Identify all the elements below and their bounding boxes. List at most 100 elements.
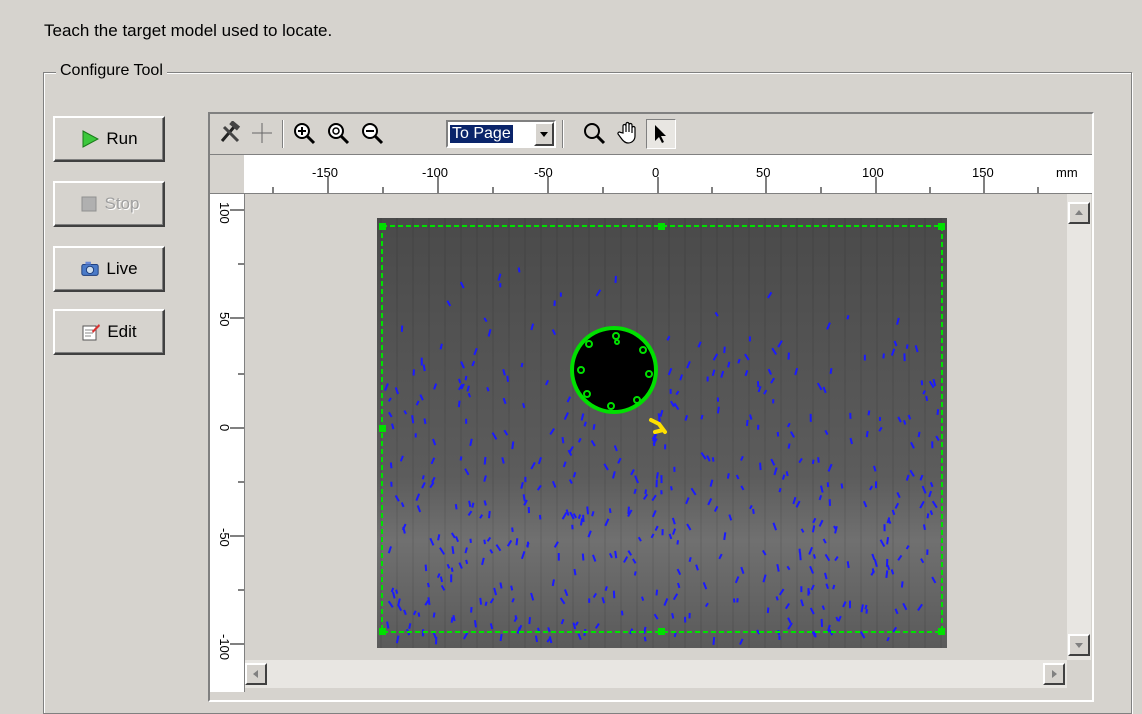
play-icon: [80, 129, 100, 149]
feature-point: [418, 613, 419, 617]
pointer-arrow-icon[interactable]: [646, 119, 676, 149]
feature-point: [487, 387, 488, 391]
feature-point: [622, 611, 623, 616]
feature-point: [634, 489, 635, 494]
zoom-fit-icon[interactable]: [324, 119, 352, 147]
feature-point: [511, 586, 512, 591]
feature-point: [928, 513, 929, 518]
ruler-x-label: 150: [972, 165, 994, 180]
ruler-x-label: -100: [422, 165, 448, 180]
feature-point: [461, 456, 462, 460]
scroll-up-icon[interactable]: [1068, 202, 1090, 224]
feature-point: [489, 511, 490, 518]
feature-point: [484, 540, 485, 544]
feature-point: [392, 424, 393, 429]
scroll-down-icon[interactable]: [1068, 634, 1090, 656]
feature-point: [833, 585, 834, 589]
feature-point: [512, 442, 513, 450]
feature-point: [396, 590, 397, 594]
feature-point: [453, 615, 454, 621]
feature-point: [635, 571, 636, 575]
feature-point: [887, 537, 888, 544]
feature-point: [574, 569, 575, 575]
ruler-y-label: -50: [217, 528, 232, 547]
feature-point: [904, 420, 905, 424]
feature-point: [813, 525, 814, 532]
feature-point: [645, 490, 646, 495]
live-button-label: Live: [106, 259, 137, 279]
ruler-x-label: 0: [652, 165, 659, 180]
feature-point: [747, 420, 748, 426]
feature-point: [728, 362, 729, 368]
viewer-toolbar: [210, 114, 1092, 155]
feature-point: [428, 583, 429, 587]
feature-point: [456, 504, 457, 509]
feature-point: [606, 586, 607, 590]
feature-point: [919, 432, 920, 437]
feature-point: [507, 376, 508, 382]
crosshair-icon[interactable]: [248, 119, 276, 147]
feature-point: [485, 501, 486, 506]
feature-point: [424, 365, 425, 372]
edit-button[interactable]: Edit: [53, 309, 165, 355]
ruler-y-label: -100: [217, 634, 232, 660]
camera-icon: [80, 259, 100, 279]
feature-point: [642, 597, 643, 601]
configure-tool-label: Configure Tool: [56, 62, 167, 80]
feature-point: [886, 570, 887, 577]
feature-point: [459, 401, 460, 407]
feature-point: [459, 379, 460, 383]
feature-point: [423, 475, 424, 479]
feature-point: [441, 577, 442, 582]
tools-icon[interactable]: [216, 119, 244, 147]
live-button[interactable]: Live: [53, 246, 165, 292]
page-title: Teach the target model used to locate.: [44, 21, 332, 41]
feature-point: [814, 554, 815, 558]
feature-point: [434, 613, 435, 618]
stop-button[interactable]: Stop: [53, 181, 165, 227]
ruler-x-label: 50: [756, 165, 770, 180]
vertical-scrollbar[interactable]: [1067, 194, 1091, 660]
feature-point: [718, 407, 719, 414]
stop-button-label: Stop: [105, 194, 140, 214]
image-canvas[interactable]: [245, 194, 1067, 660]
feature-point: [475, 620, 476, 627]
zoom-in-icon[interactable]: [290, 119, 318, 147]
feature-point: [536, 636, 537, 642]
feature-point: [768, 608, 769, 614]
zoom-out-icon[interactable]: [358, 119, 386, 147]
feature-point: [516, 615, 517, 619]
feature-point: [584, 422, 585, 426]
feature-point: [836, 617, 838, 621]
feature-point: [469, 393, 470, 397]
feature-point: [800, 552, 801, 560]
run-button[interactable]: Run: [53, 116, 165, 162]
vertical-ruler: 100 50 0 -50 -100: [210, 194, 245, 692]
scroll-right-icon[interactable]: [1043, 663, 1065, 685]
feature-point: [485, 457, 486, 465]
feature-point: [861, 604, 862, 612]
feature-point: [713, 457, 714, 461]
feature-point: [671, 486, 672, 490]
zoom-select[interactable]: To Page: [446, 120, 556, 148]
feature-point: [466, 560, 467, 564]
zoom-select-value: To Page: [450, 125, 513, 143]
feature-point: [750, 415, 751, 420]
feature-point: [867, 431, 868, 437]
feature-point: [579, 514, 580, 518]
ruler-x-label: -50: [534, 165, 553, 180]
feature-point: [873, 568, 874, 573]
feature-point: [672, 613, 673, 618]
magnifier-icon[interactable]: [580, 119, 608, 147]
feature-point: [657, 472, 658, 478]
feature-point: [789, 444, 790, 449]
scroll-left-icon[interactable]: [245, 663, 267, 685]
pan-hand-icon[interactable]: [614, 119, 642, 147]
horizontal-scrollbar[interactable]: [245, 660, 1067, 688]
chevron-down-icon[interactable]: [534, 122, 554, 146]
feature-point: [777, 564, 778, 571]
feature-point: [485, 602, 486, 606]
ruler-corner: [210, 155, 245, 194]
feature-point: [818, 457, 819, 462]
feature-point: [426, 565, 427, 571]
